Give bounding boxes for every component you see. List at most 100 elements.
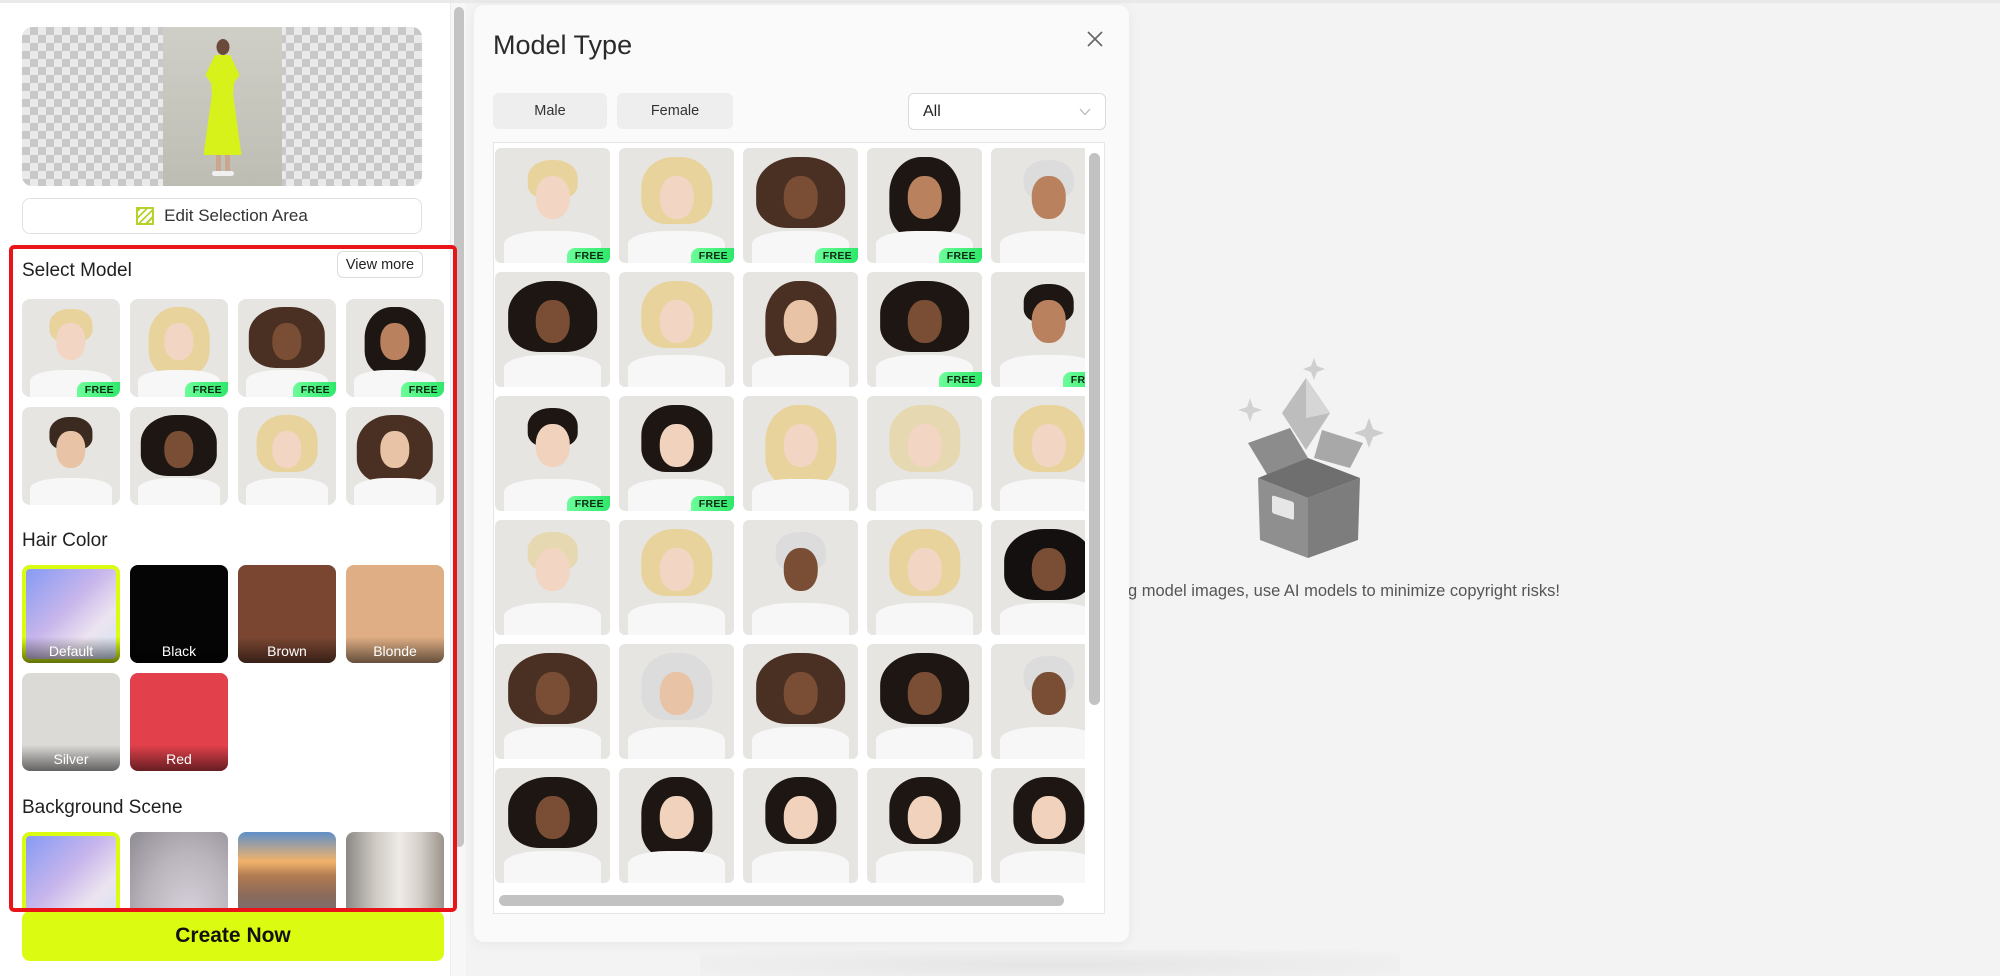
model-option[interactable]: FREE [238, 299, 336, 397]
filter-male-button[interactable]: Male [493, 93, 607, 129]
model-grid-item[interactable] [743, 644, 858, 759]
model-portrait [867, 272, 982, 387]
model-grid-item[interactable] [991, 148, 1085, 263]
model-portrait [991, 520, 1085, 635]
background-scene-option[interactable]: Default [22, 832, 120, 912]
hair-color-option-blonde[interactable]: Blonde [346, 565, 444, 663]
grid-vertical-scrollbar[interactable] [1089, 153, 1100, 705]
model-grid-item[interactable] [495, 644, 610, 759]
background-scene-option[interactable] [346, 832, 444, 912]
model-portrait [867, 520, 982, 635]
model-portrait [22, 407, 120, 505]
model-portrait [495, 148, 610, 263]
sidebar-scrollbar-thumb[interactable] [454, 7, 464, 847]
model-grid-item[interactable] [619, 272, 734, 387]
model-portrait [743, 520, 858, 635]
hair-color-label: Black [130, 637, 228, 663]
model-grid-item[interactable]: FREE [867, 148, 982, 263]
empty-state-message: g model images, use AI models to minimiz… [1128, 582, 1560, 600]
model-portrait [495, 272, 610, 387]
model-grid-item[interactable] [743, 396, 858, 511]
background-scene-list: Default [22, 832, 446, 912]
model-grid-item[interactable]: FREE [991, 272, 1085, 387]
hair-color-option-silver[interactable]: Silver [22, 673, 120, 771]
model-grid-item[interactable] [743, 272, 858, 387]
model-portrait [619, 520, 734, 635]
hair-color-title: Hair Color [22, 530, 108, 551]
model-grid-item[interactable]: FREE [495, 148, 610, 263]
model-grid-item[interactable]: FREE [495, 396, 610, 511]
model-portrait [743, 768, 858, 883]
background-scene-option[interactable] [130, 832, 228, 912]
model-portrait [495, 520, 610, 635]
selection-hatch-icon [136, 207, 155, 225]
category-dropdown[interactable]: All [908, 93, 1106, 130]
dialog-title: Model Type [493, 30, 633, 60]
model-portrait [867, 768, 982, 883]
edit-selection-area-button[interactable]: Edit Selection Area [22, 198, 422, 234]
model-grid-item[interactable]: FREE [619, 148, 734, 263]
model-portrait [867, 148, 982, 263]
model-grid-item[interactable] [495, 272, 610, 387]
hair-color-label: Brown [238, 637, 336, 663]
model-grid-item[interactable] [495, 768, 610, 883]
view-more-button[interactable]: View more [337, 251, 423, 278]
free-badge: FREE [1062, 372, 1085, 387]
model-type-dialog: Model Type Male Female All FREE FREE FREE F… [474, 5, 1129, 942]
model-option[interactable] [22, 407, 120, 505]
model-grid-item[interactable] [867, 520, 982, 635]
model-grid-item[interactable] [619, 768, 734, 883]
close-icon[interactable] [1084, 28, 1106, 50]
model-portrait [619, 272, 734, 387]
model-grid-item[interactable] [991, 768, 1085, 883]
model-grid-item[interactable] [495, 520, 610, 635]
model-option[interactable]: FREE [22, 299, 120, 397]
model-grid: FREE FREE FREE FREE FREE FREE FREE FREE [493, 142, 1105, 914]
hair-color-label: Red [130, 745, 228, 771]
model-portrait [991, 272, 1085, 387]
model-grid-item[interactable] [991, 644, 1085, 759]
grid-horizontal-scrollbar[interactable] [499, 895, 1064, 906]
model-option[interactable] [130, 407, 228, 505]
model-portrait [495, 396, 610, 511]
free-badge: FREE [938, 372, 982, 387]
model-portrait [619, 148, 734, 263]
model-portrait [619, 768, 734, 883]
hair-color-option-black[interactable]: Black [130, 565, 228, 663]
filter-female-button[interactable]: Female [617, 93, 733, 129]
model-portrait [743, 272, 858, 387]
hair-color-option-default[interactable]: Default [22, 565, 120, 663]
model-grid-item[interactable] [991, 520, 1085, 635]
model-grid-item[interactable] [619, 520, 734, 635]
free-badge: FREE [690, 496, 734, 511]
model-grid-item[interactable] [743, 768, 858, 883]
model-grid-item[interactable]: FREE [743, 148, 858, 263]
free-badge: FREE [690, 248, 734, 263]
model-option[interactable]: FREE [346, 299, 444, 397]
model-option[interactable]: FREE [130, 299, 228, 397]
model-option[interactable] [238, 407, 336, 505]
model-grid-item[interactable]: FREE [867, 272, 982, 387]
model-portrait [619, 396, 734, 511]
model-grid-item[interactable] [991, 396, 1085, 511]
hair-color-label: Silver [22, 745, 120, 771]
model-option[interactable] [346, 407, 444, 505]
chevron-down-icon [1079, 108, 1091, 115]
hair-color-option-brown[interactable]: Brown [238, 565, 336, 663]
model-portrait [346, 407, 444, 505]
model-grid-item[interactable] [619, 644, 734, 759]
model-grid-item[interactable] [867, 396, 982, 511]
model-grid-item[interactable]: FREE [619, 396, 734, 511]
model-grid-item[interactable] [743, 520, 858, 635]
hair-color-option-red[interactable]: Red [130, 673, 228, 771]
free-badge: FREE [292, 382, 336, 397]
background-scene-option[interactable] [238, 832, 336, 912]
create-now-button[interactable]: Create Now [22, 911, 444, 961]
sidebar-scrollbar[interactable] [450, 3, 466, 976]
model-grid-item[interactable] [867, 644, 982, 759]
model-grid-item[interactable] [867, 768, 982, 883]
left-panel: Edit Selection Area Select Model View mo… [0, 3, 450, 976]
free-badge: FREE [76, 382, 120, 397]
hair-color-label: Default [22, 637, 120, 663]
free-badge: FREE [400, 382, 444, 397]
